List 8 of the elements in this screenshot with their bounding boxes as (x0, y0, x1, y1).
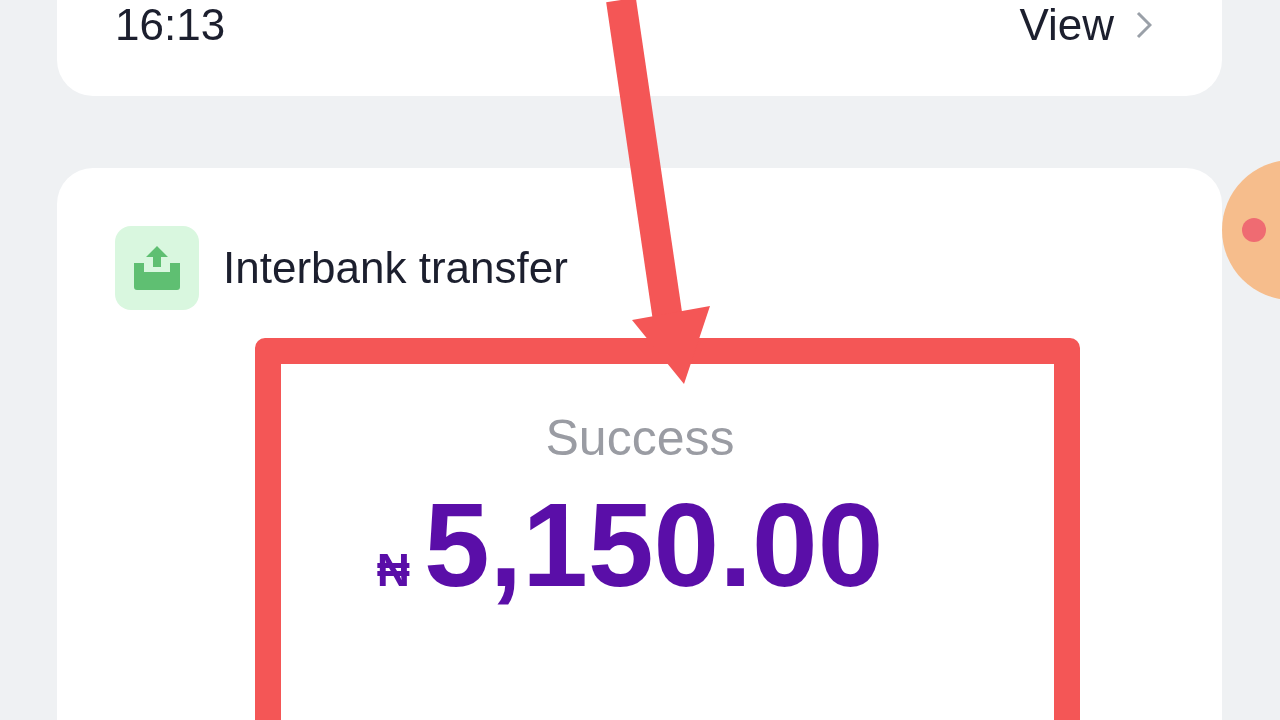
currency-symbol: ₦ (376, 543, 410, 598)
chevron-right-icon (1136, 11, 1152, 39)
status-text: Success (545, 410, 735, 466)
upload-tray-icon (115, 226, 199, 310)
time-text: 16:13 (115, 0, 226, 50)
transfer-type-title: Interbank transfer (223, 243, 568, 293)
amount-text: 5,150.00 (423, 480, 884, 610)
view-link[interactable]: View (1019, 0, 1152, 50)
